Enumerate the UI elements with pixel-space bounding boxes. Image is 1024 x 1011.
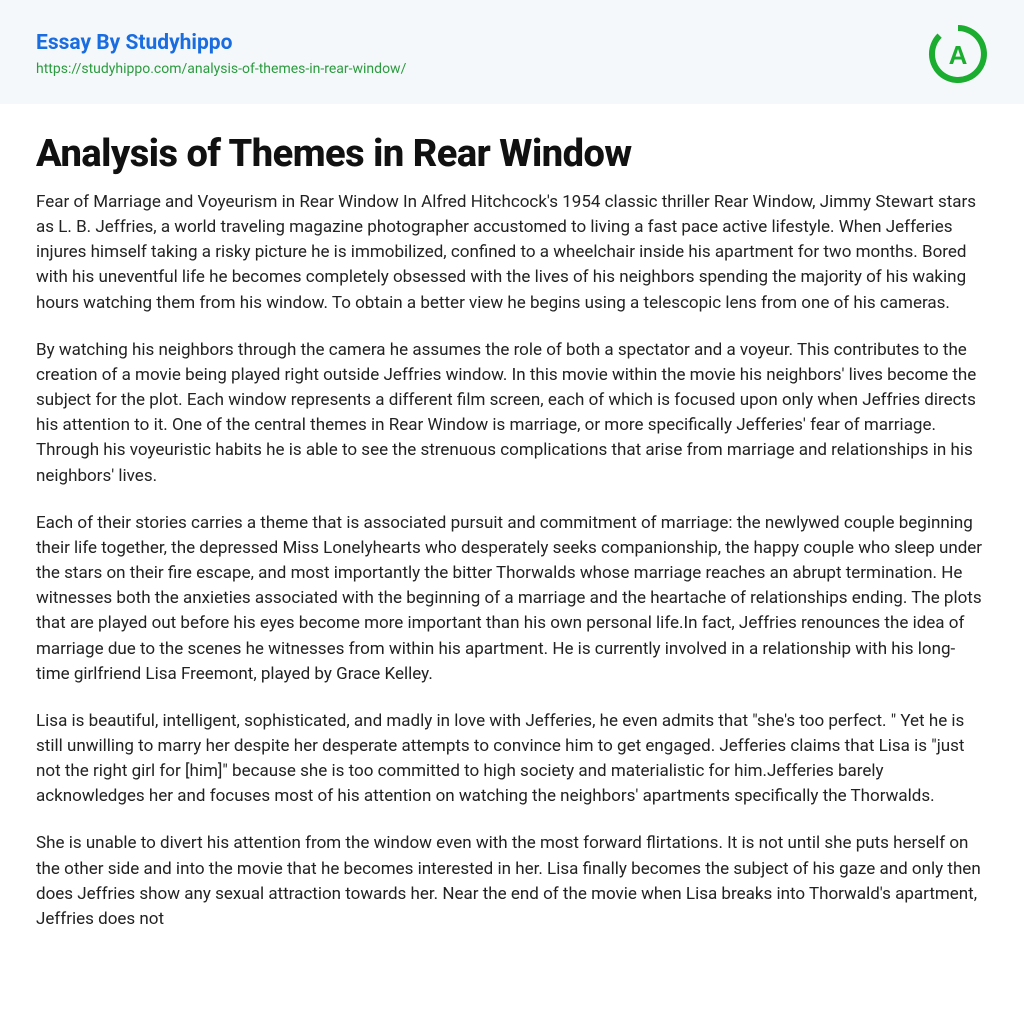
site-title: Essay By Studyhippo xyxy=(36,31,406,55)
page-header: Essay By Studyhippo https://studyhippo.c… xyxy=(0,0,1024,104)
source-url[interactable]: https://studyhippo.com/analysis-of-theme… xyxy=(36,61,406,77)
essay-title: Analysis of Themes in Rear Window xyxy=(36,132,988,176)
essay-paragraph: Each of their stories carries a theme th… xyxy=(36,511,988,687)
logo-letter: A xyxy=(949,40,968,70)
essay-content: Analysis of Themes in Rear Window Fear o… xyxy=(0,104,1024,990)
essay-paragraph: Lisa is beautiful, intelligent, sophisti… xyxy=(36,709,988,810)
header-text-block: Essay By Studyhippo https://studyhippo.c… xyxy=(36,31,406,77)
site-logo: A xyxy=(928,24,988,84)
essay-paragraph: Fear of Marriage and Voyeurism in Rear W… xyxy=(36,190,988,316)
essay-body: Fear of Marriage and Voyeurism in Rear W… xyxy=(36,190,988,932)
logo-icon: A xyxy=(928,24,988,84)
essay-paragraph: She is unable to divert his attention fr… xyxy=(36,831,988,932)
essay-paragraph: By watching his neighbors through the ca… xyxy=(36,338,988,489)
